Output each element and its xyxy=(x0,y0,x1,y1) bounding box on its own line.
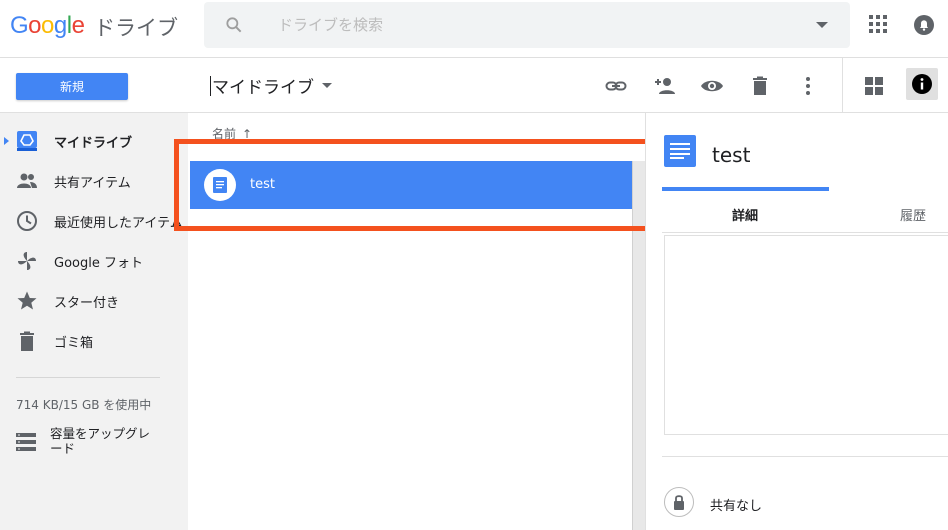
details-title: test xyxy=(712,143,751,167)
document-icon xyxy=(213,177,227,193)
details-toggle-button[interactable] xyxy=(906,68,938,100)
sidebar-item-label: Google フォト xyxy=(54,255,143,271)
people-icon xyxy=(17,173,37,188)
notifications-bell-icon[interactable] xyxy=(914,14,934,36)
column-header-label: 名前 xyxy=(212,127,237,141)
trash-icon[interactable] xyxy=(748,74,772,98)
sidebar-item-label: ゴミ箱 xyxy=(54,335,94,351)
breadcrumb-label: マイドライブ xyxy=(212,78,314,98)
clock-icon xyxy=(17,211,37,231)
sharing-status-badge xyxy=(664,487,694,517)
tab-details[interactable]: 詳細 xyxy=(732,205,758,224)
sidebar-item-google-photos[interactable]: Google フォト xyxy=(0,241,188,281)
name-column-header[interactable]: 名前 ↑ xyxy=(212,125,252,142)
chevron-down-icon xyxy=(322,83,332,88)
more-options-icon[interactable] xyxy=(796,74,820,98)
file-row[interactable]: test xyxy=(190,161,632,209)
sidebar-nav: マイドライブ 共有アイテム 最近使用したアイテム Google フォト スター付… xyxy=(0,113,188,530)
sidebar-item-trash[interactable]: ゴミ箱 xyxy=(0,321,188,361)
storage-usage-text: 714 KB/15 GB を使用中 xyxy=(16,398,152,412)
file-preview xyxy=(664,235,948,435)
sidebar-item-my-drive[interactable]: マイドライブ xyxy=(0,121,188,161)
doc-lines-icon xyxy=(670,143,690,159)
upgrade-label: 容量をアップグレード xyxy=(50,426,151,456)
info-icon xyxy=(912,74,932,94)
breadcrumb[interactable]: マイドライブ xyxy=(210,73,332,98)
add-person-icon[interactable] xyxy=(653,74,677,98)
trash-icon xyxy=(20,331,34,351)
link-icon[interactable] xyxy=(604,74,628,98)
search-input[interactable] xyxy=(278,2,798,48)
sidebar-item-starred[interactable]: スター付き xyxy=(0,281,188,321)
search-bar[interactable] xyxy=(204,2,850,48)
drive-icon xyxy=(17,131,37,151)
search-icon[interactable] xyxy=(224,15,244,35)
product-name: ドライブ xyxy=(94,16,178,40)
pinwheel-icon xyxy=(18,252,36,270)
new-button[interactable]: 新規 xyxy=(16,73,128,100)
storage-icon xyxy=(16,433,36,451)
details-tabs: 詳細 履歴 xyxy=(662,187,948,233)
action-toolbar: 新規 マイドライブ xyxy=(0,58,948,113)
grid-view-icon[interactable] xyxy=(862,74,886,98)
sharing-status-text: 共有なし xyxy=(710,499,763,514)
details-panel: test 詳細 履歴 共有なし xyxy=(645,113,948,530)
sidebar-item-label: 共有アイテム xyxy=(54,175,131,191)
sidebar-item-shared[interactable]: 共有アイテム xyxy=(0,161,188,201)
details-divider xyxy=(662,456,948,457)
file-type-badge xyxy=(204,169,236,201)
scrollbar[interactable] xyxy=(632,161,645,530)
sidebar-item-label: スター付き xyxy=(54,295,120,311)
sidebar-item-recent[interactable]: 最近使用したアイテム xyxy=(0,201,188,241)
sidebar-divider xyxy=(16,377,160,378)
toolbar-divider xyxy=(842,58,843,113)
tab-activity[interactable]: 履歴 xyxy=(900,205,926,224)
preview-eye-icon[interactable] xyxy=(700,74,724,98)
sort-arrow-icon: ↑ xyxy=(242,127,253,141)
google-logo[interactable]: Google xyxy=(10,12,85,40)
file-name: test xyxy=(250,177,275,192)
upgrade-storage-link[interactable]: 容量をアップグレード xyxy=(16,425,176,459)
lock-icon xyxy=(674,495,684,510)
text-cursor xyxy=(210,75,211,96)
star-icon xyxy=(17,291,37,310)
document-icon xyxy=(664,135,696,167)
sidebar-item-label: 最近使用したアイテム xyxy=(54,215,183,231)
search-options-dropdown-icon[interactable] xyxy=(816,22,828,28)
file-list: 名前 ↑ test xyxy=(188,113,645,530)
top-bar: Google ドライブ xyxy=(0,0,948,58)
active-tab-indicator xyxy=(662,187,829,191)
apps-grid-icon[interactable] xyxy=(868,14,888,34)
sidebar-item-label: マイドライブ xyxy=(54,135,133,151)
